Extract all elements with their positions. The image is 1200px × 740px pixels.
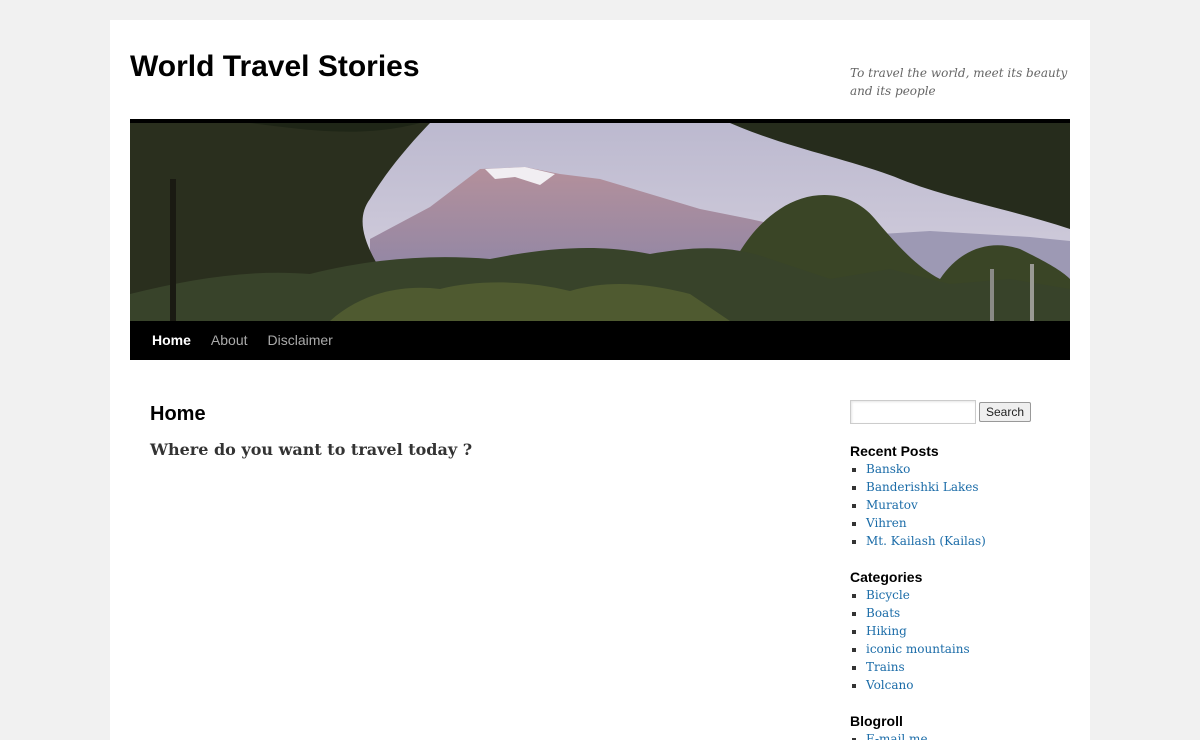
header-image: [130, 119, 1070, 321]
nav-item-home[interactable]: Home: [142, 321, 201, 360]
category-link[interactable]: iconic mountains: [850, 640, 970, 658]
blogroll-title: Blogroll: [850, 713, 903, 729]
recent-posts-title: Recent Posts: [850, 443, 939, 459]
search-button[interactable]: Search: [979, 402, 1032, 422]
category-link[interactable]: Bicycle: [850, 586, 970, 604]
page-title: Home: [150, 403, 206, 425]
site-title[interactable]: World Travel Stories: [130, 49, 420, 85]
main-navigation: Home About Disclaimer: [130, 321, 1070, 360]
recent-post-link[interactable]: Bansko: [850, 460, 986, 478]
page-subheading: Where do you want to travel today ?: [150, 440, 473, 459]
category-link[interactable]: Volcano: [850, 676, 970, 694]
blogroll-link[interactable]: E-mail me: [850, 730, 928, 740]
category-link[interactable]: Trains: [850, 658, 970, 676]
recent-posts-list: Bansko Banderishki Lakes Muratov Vihren …: [850, 460, 986, 550]
recent-post-link[interactable]: Banderishki Lakes: [850, 478, 986, 496]
page: World Travel Stories To travel the world…: [110, 20, 1090, 740]
category-link[interactable]: Boats: [850, 604, 970, 622]
category-link[interactable]: Hiking: [850, 622, 970, 640]
nav-item-about[interactable]: About: [201, 321, 258, 360]
recent-post-link[interactable]: Mt. Kailash (Kailas): [850, 532, 986, 550]
search-form: Search: [850, 400, 1032, 424]
search-input[interactable]: [850, 400, 976, 424]
categories-title: Categories: [850, 569, 923, 585]
recent-post-link[interactable]: Muratov: [850, 496, 986, 514]
categories-list: Bicycle Boats Hiking iconic mountains Tr…: [850, 586, 970, 694]
nav-item-disclaimer[interactable]: Disclaimer: [258, 321, 343, 360]
site-description: To travel the world, meet its beauty and…: [850, 66, 1068, 98]
recent-post-link[interactable]: Vihren: [850, 514, 986, 532]
blogroll-list: E-mail me: [850, 730, 928, 740]
